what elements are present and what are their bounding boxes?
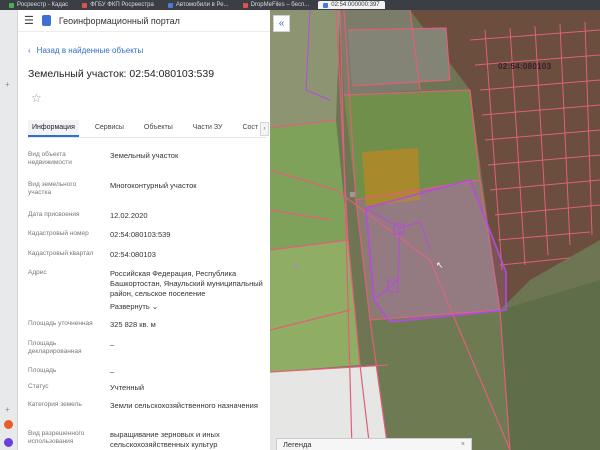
legend-title: Легенда: [283, 440, 312, 449]
tab-composition[interactable]: Сост: [238, 120, 262, 137]
info-panel: ☰ Геоинформационный портал ‹ Назад в най…: [18, 10, 270, 450]
site-favicon-icon: [242, 2, 248, 8]
back-to-results-link[interactable]: ‹ Назад в найденные объекты: [28, 46, 143, 55]
cadastral-quarter-label: 02:54:080103: [498, 62, 552, 71]
chevron-left-icon: ‹: [28, 46, 31, 55]
extension-icon[interactable]: [4, 420, 13, 429]
browser-tab-active[interactable]: 02:54:000000:397: [318, 1, 385, 9]
browser-tab-strip: Росреестр - Кадас ФГБУ ФКП Росреестра Ав…: [0, 0, 600, 10]
field-area: [270, 120, 348, 250]
collapse-panel-button[interactable]: «: [273, 15, 290, 32]
portal-logo-icon: [41, 15, 51, 26]
status-value: Учтенный: [110, 383, 145, 392]
browser-side-strip: + +: [0, 10, 18, 450]
map-view[interactable]: « 02:54:080103 ↖ Легенда ×: [270, 10, 600, 450]
page-title: Земельный участок: 02:54:080103:539: [28, 68, 215, 80]
satellite-map[interactable]: [270, 10, 600, 450]
browser-tab[interactable]: ФГБУ ФКП Росреестра: [77, 1, 159, 9]
mouse-cursor-icon: ↖: [436, 260, 444, 270]
screen: Росреестр - Кадас ФГБУ ФКП Росреестра Ав…: [0, 0, 600, 450]
star-icon[interactable]: ☆: [31, 91, 42, 105]
site-favicon-icon: [9, 2, 14, 8]
tab-parcel-parts[interactable]: Части ЗУ: [189, 120, 227, 137]
tab-objects[interactable]: Объекты: [140, 120, 177, 137]
portal-header: ☰ Геоинформационный портал: [18, 10, 270, 32]
site-favicon-icon: [323, 2, 329, 8]
legend-panel[interactable]: Легенда ×: [276, 438, 472, 450]
browser-tab[interactable]: DropMeFiles – бесп...: [238, 1, 315, 9]
plus-icon[interactable]: +: [5, 80, 10, 89]
tabs-scroll-right-button[interactable]: ›: [260, 122, 269, 136]
site-favicon-icon: [82, 2, 88, 8]
browser-tab[interactable]: Автомобили в Ре...: [163, 1, 234, 9]
portal-title: Геоинформационный портал: [58, 15, 180, 26]
plus-icon[interactable]: +: [5, 405, 10, 414]
close-icon[interactable]: ×: [461, 439, 465, 450]
extension-icon[interactable]: [4, 438, 13, 447]
expand-address-link[interactable]: Развернуть ⌄: [110, 302, 265, 312]
browser-tab[interactable]: Росреестр - Кадас: [4, 1, 73, 9]
site-favicon-icon: [167, 2, 173, 8]
tab-services[interactable]: Сервисы: [91, 120, 128, 137]
chevron-down-icon: ⌄: [151, 302, 159, 311]
tab-information[interactable]: Информация: [28, 120, 79, 137]
field-area: [348, 28, 450, 86]
field-area: [370, 310, 510, 450]
field-area: [500, 280, 600, 450]
menu-icon[interactable]: ☰: [24, 14, 34, 27]
info-tabs: Информация Сервисы Объекты Части ЗУ Сост: [28, 120, 266, 138]
